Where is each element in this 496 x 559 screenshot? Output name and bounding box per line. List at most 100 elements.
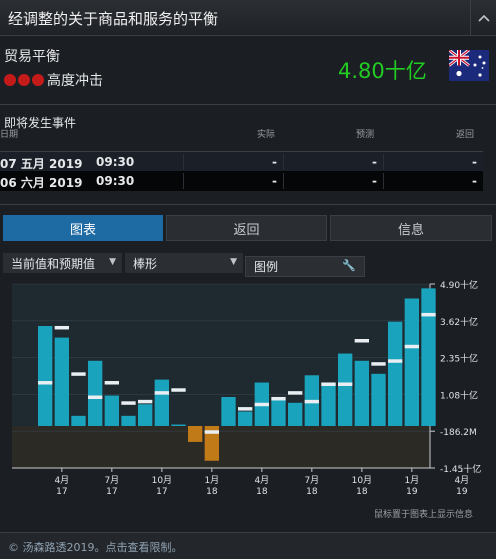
bar	[338, 353, 353, 426]
tab-previous[interactable]: 返回	[166, 215, 327, 241]
legend-button[interactable]: 图例 🔧	[245, 256, 365, 277]
tab-info[interactable]: 信息	[330, 215, 492, 241]
x-tick-label: 10月	[352, 475, 372, 486]
event-time: 09:30	[96, 174, 135, 188]
collapse-button[interactable]	[470, 0, 496, 36]
impact-label: 高度冲击	[47, 73, 103, 89]
forecast-marker	[104, 381, 119, 385]
bar	[188, 425, 203, 442]
x-tick-label: 19	[456, 487, 468, 497]
bar	[104, 395, 119, 426]
dropdown-arrow-icon: ▼	[230, 257, 237, 267]
x-tick-label: 10月	[152, 475, 172, 486]
column-header-date: 日期	[0, 130, 19, 140]
x-tick-label: 19	[406, 487, 418, 497]
forecast-marker	[71, 372, 86, 376]
y-tick-label: 2.35十亿	[440, 353, 478, 365]
forecast-marker	[38, 381, 53, 385]
column-header-previous: 返回	[456, 130, 475, 140]
divider	[0, 104, 496, 105]
event-row[interactable]: 07 五月 2019 09:30 - - -	[0, 151, 483, 171]
bar	[271, 399, 286, 426]
y-tick-label: 3.62十亿	[440, 316, 478, 328]
trade-balance-chart[interactable]: 4.90十亿3.62十亿2.35十亿1.08十亿-186.2M-1.45十亿4月…	[0, 276, 496, 501]
x-tick-label: 4月	[54, 475, 69, 486]
australia-flag-icon	[449, 50, 489, 81]
title-bar: 经调整的关于商品和服务的平衡	[0, 0, 496, 36]
forecast-marker	[254, 402, 269, 407]
column-header-forecast: 预测	[356, 130, 375, 140]
event-previous: -	[472, 155, 477, 169]
bar	[371, 373, 386, 426]
event-time: 09:30	[96, 155, 135, 169]
dropdown-arrow-icon: ▼	[109, 257, 116, 267]
bar	[171, 424, 186, 426]
bar	[288, 402, 303, 426]
forecast-marker	[354, 339, 369, 343]
x-tick-label: 7月	[104, 475, 119, 486]
bar	[121, 415, 136, 426]
forecast-marker	[171, 388, 186, 392]
impact-dot-icon	[4, 74, 16, 86]
x-tick-label: 18	[206, 487, 218, 497]
chevron-up-icon	[477, 14, 490, 22]
wrench-icon: 🔧	[342, 259, 356, 272]
bar	[238, 411, 253, 426]
event-previous: -	[472, 174, 477, 188]
indicator-value: 4.80十亿	[338, 59, 427, 83]
y-tick-label: 4.90十亿	[440, 279, 478, 291]
x-tick-label: 7月	[304, 475, 319, 486]
x-tick-label: 17	[156, 487, 167, 497]
y-tick-label: 1.08十亿	[440, 389, 478, 401]
forecast-marker	[204, 430, 219, 434]
divider	[0, 204, 496, 205]
legend-label: 图例	[254, 260, 279, 274]
event-forecast: -	[372, 155, 377, 169]
bar	[354, 360, 369, 426]
window-title: 经调整的关于商品和服务的平衡	[8, 10, 219, 28]
forecast-marker	[421, 312, 436, 317]
y-tick-label: -1.45十亿	[440, 463, 481, 475]
forecast-marker	[338, 382, 353, 386]
bar	[38, 326, 53, 426]
x-tick-label: 4月	[254, 475, 269, 486]
bar	[388, 321, 403, 426]
series-dropdown[interactable]: 当前值和预期值 ▼	[3, 253, 122, 273]
y-tick-label: -186.2M	[440, 428, 477, 438]
chart-type-dropdown[interactable]: 棒形 ▼	[125, 253, 243, 273]
event-date: 06 六月 2019	[0, 176, 83, 190]
x-tick-label: 17	[106, 487, 117, 497]
bar	[54, 337, 69, 426]
forecast-marker	[304, 399, 319, 404]
footer: © 汤森路透2019。点击查看限制。	[0, 532, 496, 559]
column-header-actual: 实际	[257, 130, 276, 140]
forecast-marker	[54, 325, 69, 330]
forecast-marker	[404, 344, 419, 349]
x-tick-label: 4月	[454, 475, 469, 486]
x-tick-label: 1月	[204, 475, 219, 486]
forecast-marker	[288, 391, 303, 395]
forecast-marker	[321, 382, 336, 386]
chart-type-value: 棒形	[133, 256, 158, 271]
forecast-marker	[271, 396, 286, 401]
x-tick-label: 18	[356, 487, 368, 497]
forecast-marker	[138, 399, 153, 404]
copyright-link[interactable]: © 汤森路透2019。点击查看限制。	[8, 539, 183, 555]
chart-hint: 鼠标置于图表上显示信息	[374, 510, 474, 520]
impact-dot-icon	[32, 74, 44, 86]
event-forecast: -	[372, 174, 377, 188]
forecast-marker	[121, 401, 136, 405]
bar	[221, 397, 236, 426]
indicator-name: 贸易平衡	[4, 49, 60, 65]
event-row[interactable]: 06 六月 2019 09:30 - - -	[0, 171, 483, 191]
x-tick-label: 18	[256, 487, 268, 497]
impact-indicator: 高度冲击	[4, 70, 103, 90]
bar	[71, 415, 86, 426]
event-date: 07 五月 2019	[0, 157, 83, 171]
forecast-marker	[154, 391, 169, 395]
series-dropdown-value: 当前值和预期值	[11, 256, 96, 271]
bar	[404, 298, 419, 426]
tab-chart[interactable]: 图表	[3, 215, 163, 241]
tab-bar: 图表 返回 信息	[3, 215, 492, 241]
bar	[321, 382, 336, 426]
